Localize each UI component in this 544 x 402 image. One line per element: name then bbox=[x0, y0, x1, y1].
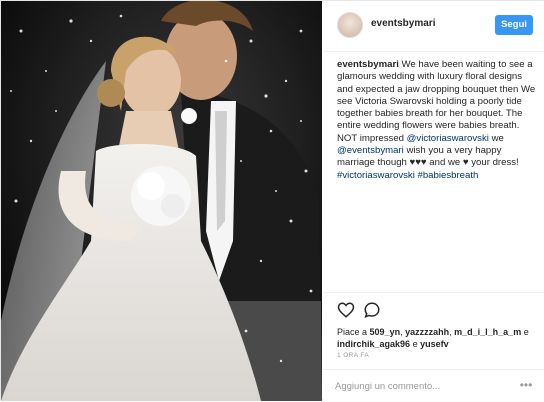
likes-summary: Piace a 509_yn, yazzzzahh, m_d_i_l_h_a_m… bbox=[337, 326, 537, 350]
comment-icon[interactable] bbox=[363, 301, 381, 319]
likes-and-word: e bbox=[523, 327, 529, 337]
comment-box: ••• bbox=[323, 369, 544, 402]
hashtag-link[interactable]: #babiesbreath bbox=[418, 170, 479, 181]
caption-text: We have been waiting to see a glamours w… bbox=[337, 59, 536, 144]
like-user-link[interactable]: indirchik_agak96 bbox=[337, 339, 410, 349]
more-options-icon[interactable]: ••• bbox=[517, 379, 535, 392]
likes-prefix: Piace a bbox=[337, 327, 368, 337]
separator: , bbox=[449, 327, 452, 337]
post-side-panel: eventsbymari Segui eventsbymari We have … bbox=[323, 1, 544, 401]
wedding-photo-illustration bbox=[1, 1, 322, 401]
mention-link[interactable]: @eventsbymari bbox=[337, 145, 404, 156]
post-actions bbox=[323, 292, 544, 323]
instagram-post: eventsbymari Segui eventsbymari We have … bbox=[0, 0, 544, 401]
caption-text: we bbox=[491, 132, 504, 144]
follow-button[interactable]: Segui bbox=[495, 15, 533, 35]
hashtag-link[interactable]: #victoriaswarovski bbox=[337, 170, 415, 181]
like-user-link[interactable]: yusefv bbox=[420, 339, 449, 349]
avatar[interactable] bbox=[337, 12, 363, 38]
post-header: eventsbymari Segui bbox=[323, 1, 544, 52]
like-user-link[interactable]: 509_yn bbox=[370, 327, 401, 337]
likes-and-word: e bbox=[412, 339, 418, 349]
caption-author-link[interactable]: eventsbymari bbox=[337, 59, 399, 70]
like-user-link[interactable]: m_d_i_l_h_a_m bbox=[454, 327, 521, 337]
comment-input[interactable] bbox=[335, 376, 505, 396]
heart-icon[interactable] bbox=[337, 301, 355, 319]
like-user-link[interactable]: yazzzzahh bbox=[405, 327, 449, 337]
post-timestamp[interactable]: 1 ORA FA bbox=[337, 352, 369, 359]
mention-link[interactable]: @victoriaswarovski bbox=[407, 133, 489, 144]
post-photo[interactable] bbox=[1, 1, 322, 401]
post-caption: eventsbymari We have been waiting to see… bbox=[337, 59, 537, 182]
username-link[interactable]: eventsbymari bbox=[371, 18, 435, 29]
separator: , bbox=[400, 327, 403, 337]
